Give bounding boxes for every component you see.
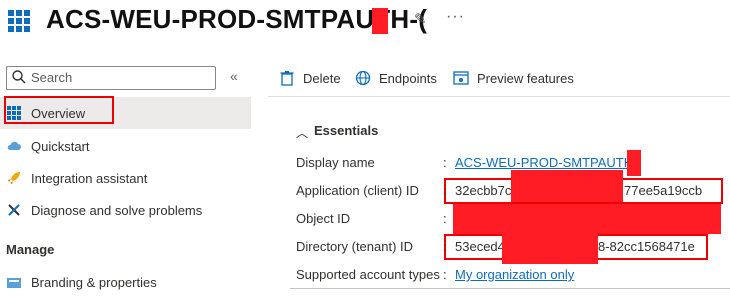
more-options-icon[interactable]: ··· — [446, 8, 465, 26]
account-types-link[interactable]: My organization only — [455, 267, 574, 282]
preview-features-label: Preview features — [477, 70, 574, 86]
search-placeholder: Search — [31, 70, 73, 85]
delete-button[interactable]: Delete — [279, 66, 341, 90]
display-name-redaction — [627, 150, 641, 176]
wrench-icon — [8, 204, 20, 216]
prop-label-account-types: Supported account types — [296, 267, 440, 282]
prop-colon: : — [443, 183, 447, 198]
cloud-icon — [7, 141, 21, 150]
sidebar-item-label: Quickstart — [31, 139, 90, 154]
object-id-redaction — [453, 204, 721, 234]
prop-label-display-name: Display name — [296, 155, 375, 170]
prop-colon: : — [443, 211, 447, 226]
title-redaction — [372, 8, 388, 34]
client-id-redaction — [511, 170, 623, 202]
essentials-divider — [290, 288, 730, 289]
delete-label: Delete — [303, 70, 341, 86]
tenant-id-value-end: 8-82cc1568471e — [598, 239, 695, 254]
endpoints-button[interactable]: Endpoints — [355, 66, 437, 90]
overview-highlight-outline — [4, 96, 114, 124]
tenant-id-value-start: 53eced4 — [455, 239, 505, 254]
sidebar-item-branding-properties[interactable]: Branding & properties — [0, 266, 251, 298]
sidebar-item-diagnose-solve[interactable]: Diagnose and solve problems — [0, 194, 251, 226]
client-id-value-end: 77ee5a19ccb — [624, 183, 703, 198]
app-registration-icon — [8, 10, 32, 34]
prop-label-tenant-id: Directory (tenant) ID — [296, 239, 414, 254]
tenant-id-redaction — [502, 232, 598, 264]
preview-features-icon — [453, 71, 469, 85]
prop-colon: : — [443, 155, 447, 170]
sidebar-item-label: Branding & properties — [31, 275, 157, 290]
toolbar-divider — [268, 96, 730, 97]
globe-icon — [355, 70, 371, 86]
sidebar-item-quickstart[interactable]: Quickstart — [0, 130, 251, 162]
trash-icon — [280, 71, 294, 86]
collapse-sidebar-icon[interactable]: « — [230, 68, 238, 84]
search-icon — [12, 70, 26, 84]
client-id-value-start: 32ecbb7c — [455, 183, 512, 198]
rocket-icon — [8, 172, 20, 184]
sidebar-item-integration-assistant[interactable]: Integration assistant — [0, 162, 251, 194]
essentials-heading[interactable]: Essentials — [314, 123, 378, 138]
branding-icon — [7, 278, 21, 288]
prop-colon: : — [443, 267, 447, 282]
sidebar-item-label: Integration assistant — [31, 171, 148, 186]
prop-colon: : — [443, 239, 447, 254]
sidebar-item-label: Diagnose and solve problems — [31, 203, 203, 218]
section-heading-manage: Manage — [6, 242, 55, 257]
chevron-up-icon[interactable]: ︿ — [296, 124, 308, 141]
pin-icon[interactable]: ✎ — [414, 10, 427, 28]
prop-label-object-id: Object ID — [296, 211, 351, 226]
endpoints-label: Endpoints — [379, 70, 437, 86]
display-name-link[interactable]: ACS-WEU-PROD-SMTPAUTH- — [455, 155, 637, 170]
prop-label-client-id: Application (client) ID — [296, 183, 419, 198]
preview-features-button[interactable]: Preview features — [453, 66, 574, 90]
page-title: ACS-WEU-PROD-SMTPAUTH-( — [46, 4, 428, 34]
